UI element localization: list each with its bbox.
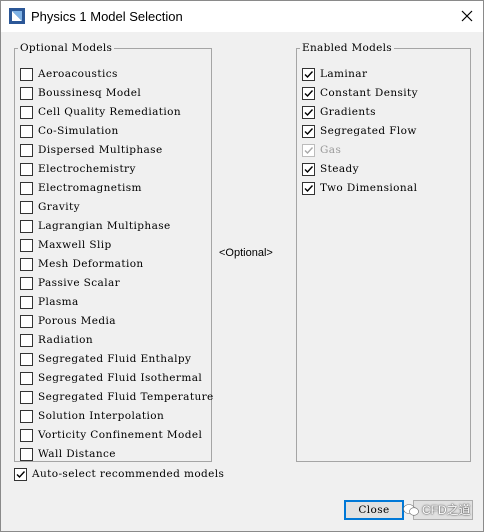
optional-model-box[interactable]	[20, 162, 33, 176]
app-icon	[9, 8, 25, 24]
enabled-model-checkbox[interactable]: Gradients	[302, 104, 376, 120]
optional-model-checkbox[interactable]: Vorticity Confinement Model	[20, 427, 202, 443]
optional-model-label: Gravity	[38, 201, 80, 213]
optional-model-box[interactable]	[20, 409, 33, 423]
optional-models-legend: Optional Models	[20, 42, 113, 54]
optional-model-box[interactable]	[20, 447, 33, 461]
optional-model-label: Lagrangian Multiphase	[38, 220, 171, 232]
close-icon[interactable]	[453, 3, 481, 29]
optional-model-checkbox[interactable]: Passive Scalar	[20, 275, 120, 291]
optional-model-checkbox[interactable]: Wall Distance	[20, 446, 116, 462]
optional-model-box[interactable]	[20, 276, 33, 290]
enabled-model-label: Two Dimensional	[320, 182, 418, 194]
model-selection-dialog: Physics 1 Model Selection Optional Model…	[0, 0, 484, 532]
enabled-model-box[interactable]	[302, 67, 315, 81]
enabled-models-group: Enabled Models Laminar Constant Density Gr…	[296, 42, 471, 462]
optional-model-box[interactable]	[20, 333, 33, 347]
optional-model-label: Maxwell Slip	[38, 239, 112, 251]
enabled-model-box[interactable]	[302, 86, 315, 100]
optional-model-box[interactable]	[20, 143, 33, 157]
optional-model-checkbox[interactable]: Maxwell Slip	[20, 237, 112, 253]
optional-model-label: Porous Media	[38, 315, 116, 327]
optional-model-box[interactable]	[20, 105, 33, 119]
optional-model-label: Aeroacoustics	[38, 68, 118, 80]
enabled-model-label: Gradients	[320, 106, 376, 118]
optional-model-label: Passive Scalar	[38, 277, 121, 289]
enabled-model-label: Steady	[320, 163, 359, 175]
optional-model-label: Segregated Fluid Isothermal	[38, 372, 203, 384]
optional-model-checkbox[interactable]: Porous Media	[20, 313, 116, 329]
optional-model-checkbox[interactable]: Gravity	[20, 199, 80, 215]
optional-model-label: Segregated Fluid Temperature	[38, 391, 214, 403]
optional-model-checkbox[interactable]: Mesh Deformation	[20, 256, 144, 272]
enabled-models-legend: Enabled Models	[302, 42, 392, 54]
enabled-model-box[interactable]	[302, 181, 315, 195]
auto-select-label: Auto-select recommended models	[32, 468, 225, 480]
optional-model-box[interactable]	[20, 124, 33, 138]
optional-model-checkbox[interactable]: Segregated Fluid Enthalpy	[20, 351, 191, 367]
optional-placeholder: <Optional>	[219, 247, 273, 259]
enabled-model-label: Laminar	[320, 68, 368, 80]
enabled-model-label: Constant Density	[320, 87, 418, 99]
auto-select-box[interactable]	[14, 467, 27, 481]
enabled-model-box[interactable]	[302, 162, 315, 176]
optional-model-label: Co-Simulation	[38, 125, 119, 137]
optional-model-box[interactable]	[20, 200, 33, 214]
enabled-model-checkbox[interactable]: Two Dimensional	[302, 180, 417, 196]
title-bar: Physics 1 Model Selection	[1, 1, 483, 32]
enabled-model-label: Segregated Flow	[320, 125, 417, 137]
enabled-model-box[interactable]	[302, 105, 315, 119]
optional-model-box[interactable]	[20, 295, 33, 309]
optional-model-box[interactable]	[20, 371, 33, 385]
optional-model-checkbox[interactable]: Segregated Fluid Isothermal	[20, 370, 202, 386]
optional-model-checkbox[interactable]: Solution Interpolation	[20, 408, 164, 424]
enabled-model-checkbox[interactable]: Laminar	[302, 66, 367, 82]
help-button[interactable]	[413, 500, 473, 520]
enabled-model-checkbox[interactable]: Segregated Flow	[302, 123, 417, 139]
optional-model-box[interactable]	[20, 352, 33, 366]
optional-model-label: Electrochemistry	[38, 163, 136, 175]
optional-model-checkbox[interactable]: Segregated Fluid Temperature	[20, 389, 214, 405]
optional-model-label: Plasma	[38, 296, 79, 308]
optional-model-box[interactable]	[20, 219, 33, 233]
optional-model-checkbox[interactable]: Electromagnetism	[20, 180, 142, 196]
enabled-model-checkbox[interactable]: Constant Density	[302, 85, 418, 101]
optional-models-group: Optional Models Aeroacoustics Boussinesq …	[14, 42, 214, 462]
optional-model-checkbox[interactable]: Electrochemistry	[20, 161, 136, 177]
optional-model-checkbox[interactable]: Boussinesq Model	[20, 85, 141, 101]
optional-model-label: Cell Quality Remediation	[38, 106, 182, 118]
optional-model-checkbox[interactable]: Lagrangian Multiphase	[20, 218, 171, 234]
optional-model-box[interactable]	[20, 390, 33, 404]
enabled-model-checkbox[interactable]: Steady	[302, 161, 359, 177]
enabled-model-box	[302, 143, 315, 157]
optional-model-label: Radiation	[38, 334, 94, 346]
optional-model-box[interactable]	[20, 238, 33, 252]
auto-select-checkbox[interactable]: Auto-select recommended models	[14, 466, 224, 482]
optional-model-label: Boussinesq Model	[38, 87, 142, 99]
enabled-model-box[interactable]	[302, 124, 315, 138]
optional-model-box[interactable]	[20, 314, 33, 328]
optional-model-box[interactable]	[20, 86, 33, 100]
optional-model-box[interactable]	[20, 181, 33, 195]
optional-model-box[interactable]	[20, 257, 33, 271]
optional-model-checkbox[interactable]: Cell Quality Remediation	[20, 104, 181, 120]
optional-model-checkbox[interactable]: Co-Simulation	[20, 123, 119, 139]
optional-model-label: Dispersed Multiphase	[38, 144, 163, 156]
close-button[interactable]: Close	[344, 500, 404, 520]
optional-model-checkbox[interactable]: Plasma	[20, 294, 79, 310]
optional-model-label: Solution Interpolation	[38, 410, 165, 422]
window-title: Physics 1 Model Selection	[31, 9, 183, 24]
enabled-model-label: Gas	[320, 144, 342, 156]
optional-model-label: Wall Distance	[38, 448, 116, 460]
optional-model-checkbox[interactable]: Aeroacoustics	[20, 66, 118, 82]
enabled-model-checkbox: Gas	[302, 142, 341, 158]
optional-model-checkbox[interactable]: Radiation	[20, 332, 93, 348]
optional-model-label: Mesh Deformation	[38, 258, 144, 270]
optional-model-box[interactable]	[20, 67, 33, 81]
optional-model-label: Vorticity Confinement Model	[38, 429, 203, 441]
optional-model-label: Segregated Fluid Enthalpy	[38, 353, 192, 365]
optional-model-checkbox[interactable]: Dispersed Multiphase	[20, 142, 163, 158]
optional-model-box[interactable]	[20, 428, 33, 442]
optional-model-label: Electromagnetism	[38, 182, 142, 194]
